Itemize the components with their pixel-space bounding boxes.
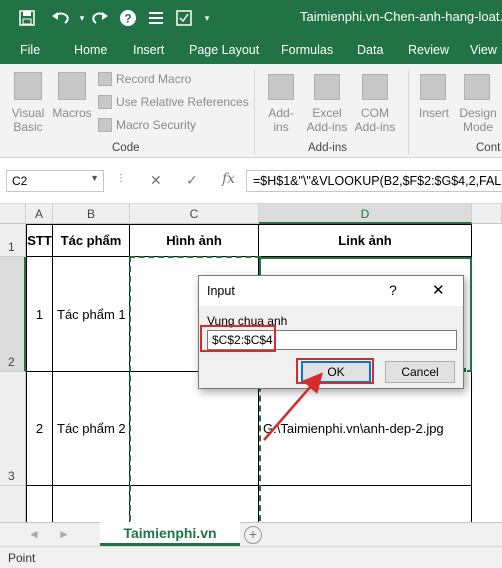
tab-review[interactable]: Review — [408, 43, 449, 57]
row-header-3[interactable]: 3 — [0, 372, 26, 486]
column-header-a[interactable]: A — [26, 204, 53, 224]
status-bar: Point — [0, 546, 502, 568]
column-header-e[interactable] — [472, 204, 502, 224]
design-mode-button[interactable]: Design Mode — [456, 106, 500, 134]
tab-file[interactable]: File — [20, 43, 40, 57]
dialog-title-bar[interactable]: Input ? ✕ — [199, 276, 463, 306]
insert-control-icon[interactable] — [420, 74, 446, 100]
name-box-value: C2 — [12, 174, 28, 188]
cell-a2[interactable]: 1 — [26, 257, 53, 372]
com-addins-icon[interactable] — [362, 74, 388, 100]
ribbon-separator — [408, 70, 409, 154]
macro-security-button[interactable]: Macro Security — [116, 118, 196, 132]
group-addins-label: Add-ins — [308, 142, 347, 154]
cell-c1[interactable]: Hình ảnh — [130, 224, 259, 257]
svg-text:?: ? — [124, 12, 131, 26]
select-all-corner[interactable] — [0, 204, 26, 224]
close-icon[interactable]: ✕ — [432, 281, 445, 299]
ribbon-separator — [254, 70, 255, 154]
relative-references-icon[interactable] — [98, 95, 112, 109]
sheet-next-icon[interactable]: ► — [58, 527, 70, 541]
status-mode: Point — [8, 551, 36, 565]
sheet-tab-active[interactable]: Taimienphi.vn — [100, 522, 240, 546]
formula-bar: C2 ▼ ⋮ ✕ ✓ fx =$H$1&"\"&VLOOKUP(B2,$F$2:… — [0, 158, 502, 204]
sheet-tab-bar: ◄ ► Taimienphi.vn + — [0, 522, 502, 546]
insert-control-button[interactable]: Insert — [414, 106, 454, 120]
insert-function-icon[interactable]: fx — [222, 171, 235, 187]
macros-label[interactable]: Macros — [50, 106, 94, 120]
visual-basic-icon[interactable] — [14, 72, 42, 100]
cancel-button[interactable]: Cancel — [385, 361, 455, 383]
cell-b4[interactable] — [53, 486, 130, 522]
cell-a4[interactable] — [26, 486, 53, 522]
customize-dropdown-icon[interactable]: ▾ — [200, 8, 214, 28]
add-sheet-icon[interactable]: + — [244, 526, 262, 544]
list-icon[interactable] — [146, 8, 166, 28]
addins-button[interactable]: Add-ins — [260, 106, 302, 134]
tab-data[interactable]: Data — [357, 43, 383, 57]
cell-b2[interactable]: Tác phẩm 1 — [53, 257, 130, 372]
cell-b3[interactable]: Tác phẩm 2 — [53, 372, 130, 486]
warning-icon[interactable] — [98, 118, 112, 132]
checkbox-icon[interactable] — [174, 8, 194, 28]
row-header-2[interactable]: 2 — [0, 257, 26, 372]
redo-icon[interactable] — [90, 8, 110, 28]
excel-addins-button[interactable]: Excel Add-ins — [303, 106, 351, 134]
macros-icon[interactable] — [58, 72, 86, 100]
group-code-label: Code — [112, 142, 140, 154]
save-icon[interactable] — [16, 8, 38, 28]
row-header-1[interactable]: 1 — [0, 224, 26, 257]
tab-home[interactable]: Home — [74, 43, 107, 57]
cell-b1[interactable]: Tác phẩm — [53, 224, 130, 257]
cell-c3[interactable] — [130, 372, 259, 486]
tab-formulas[interactable]: Formulas — [281, 43, 333, 57]
cell-d1[interactable]: Link ảnh — [259, 224, 472, 257]
column-header-c[interactable]: C — [130, 204, 259, 224]
design-mode-icon[interactable] — [464, 74, 490, 100]
gear-icon[interactable] — [314, 74, 340, 100]
row-header-4[interactable] — [0, 486, 26, 522]
chevron-down-icon[interactable]: ▼ — [90, 173, 99, 183]
record-macro-icon[interactable] — [98, 72, 112, 86]
cell-a1[interactable]: STT — [26, 224, 53, 257]
column-header-b[interactable]: B — [53, 204, 130, 224]
enter-formula-icon[interactable]: ✓ — [186, 172, 198, 189]
formula-input[interactable]: =$H$1&"\"&VLOOKUP(B2,$F$2:$G$4,2,FALSE) — [246, 170, 502, 192]
window-title: Taimienphi.vn-Chen-anh-hang-loat... — [300, 9, 502, 24]
ok-highlight-box — [296, 358, 374, 384]
title-bar: ▾ ? ▾ Taimienphi.vn-Chen-anh-hang-loat..… — [0, 0, 502, 36]
use-relative-references-button[interactable]: Use Relative References — [116, 95, 249, 109]
cell-c4[interactable] — [130, 486, 259, 522]
ribbon: Visual Basic Macros Record Macro Use Rela… — [0, 64, 502, 158]
cell-d4[interactable] — [259, 486, 472, 522]
tab-page-layout[interactable]: Page Layout — [189, 43, 259, 57]
com-addins-button[interactable]: COM Add-ins — [352, 106, 398, 134]
group-controls-label: Cont — [476, 142, 501, 154]
dialog-title: Input — [207, 284, 235, 298]
addins-icon[interactable] — [268, 74, 294, 100]
cell-d3[interactable]: G:\Taimienphi.vn\anh-dep-2.jpg — [259, 372, 472, 486]
help-button[interactable]: ? — [389, 282, 397, 298]
ribbon-tabs: File Home Insert Page Layout Formulas Da… — [0, 36, 502, 64]
undo-dropdown-icon[interactable]: ▾ — [76, 8, 88, 28]
more-icon: ⋮ — [116, 173, 126, 184]
tab-view[interactable]: View — [470, 43, 497, 57]
help-icon[interactable]: ? — [118, 8, 138, 28]
visual-basic-label[interactable]: Visual Basic — [4, 106, 52, 134]
column-header-d[interactable]: D — [259, 204, 472, 224]
input-highlight-box — [200, 325, 276, 352]
undo-icon[interactable] — [48, 8, 74, 28]
sheet-prev-icon[interactable]: ◄ — [28, 527, 40, 541]
tab-insert[interactable]: Insert — [133, 43, 164, 57]
cell-a3[interactable]: 2 — [26, 372, 53, 486]
record-macro-button[interactable]: Record Macro — [116, 72, 191, 86]
cancel-formula-icon[interactable]: ✕ — [150, 172, 162, 189]
name-box[interactable]: C2 ▼ — [6, 170, 104, 192]
